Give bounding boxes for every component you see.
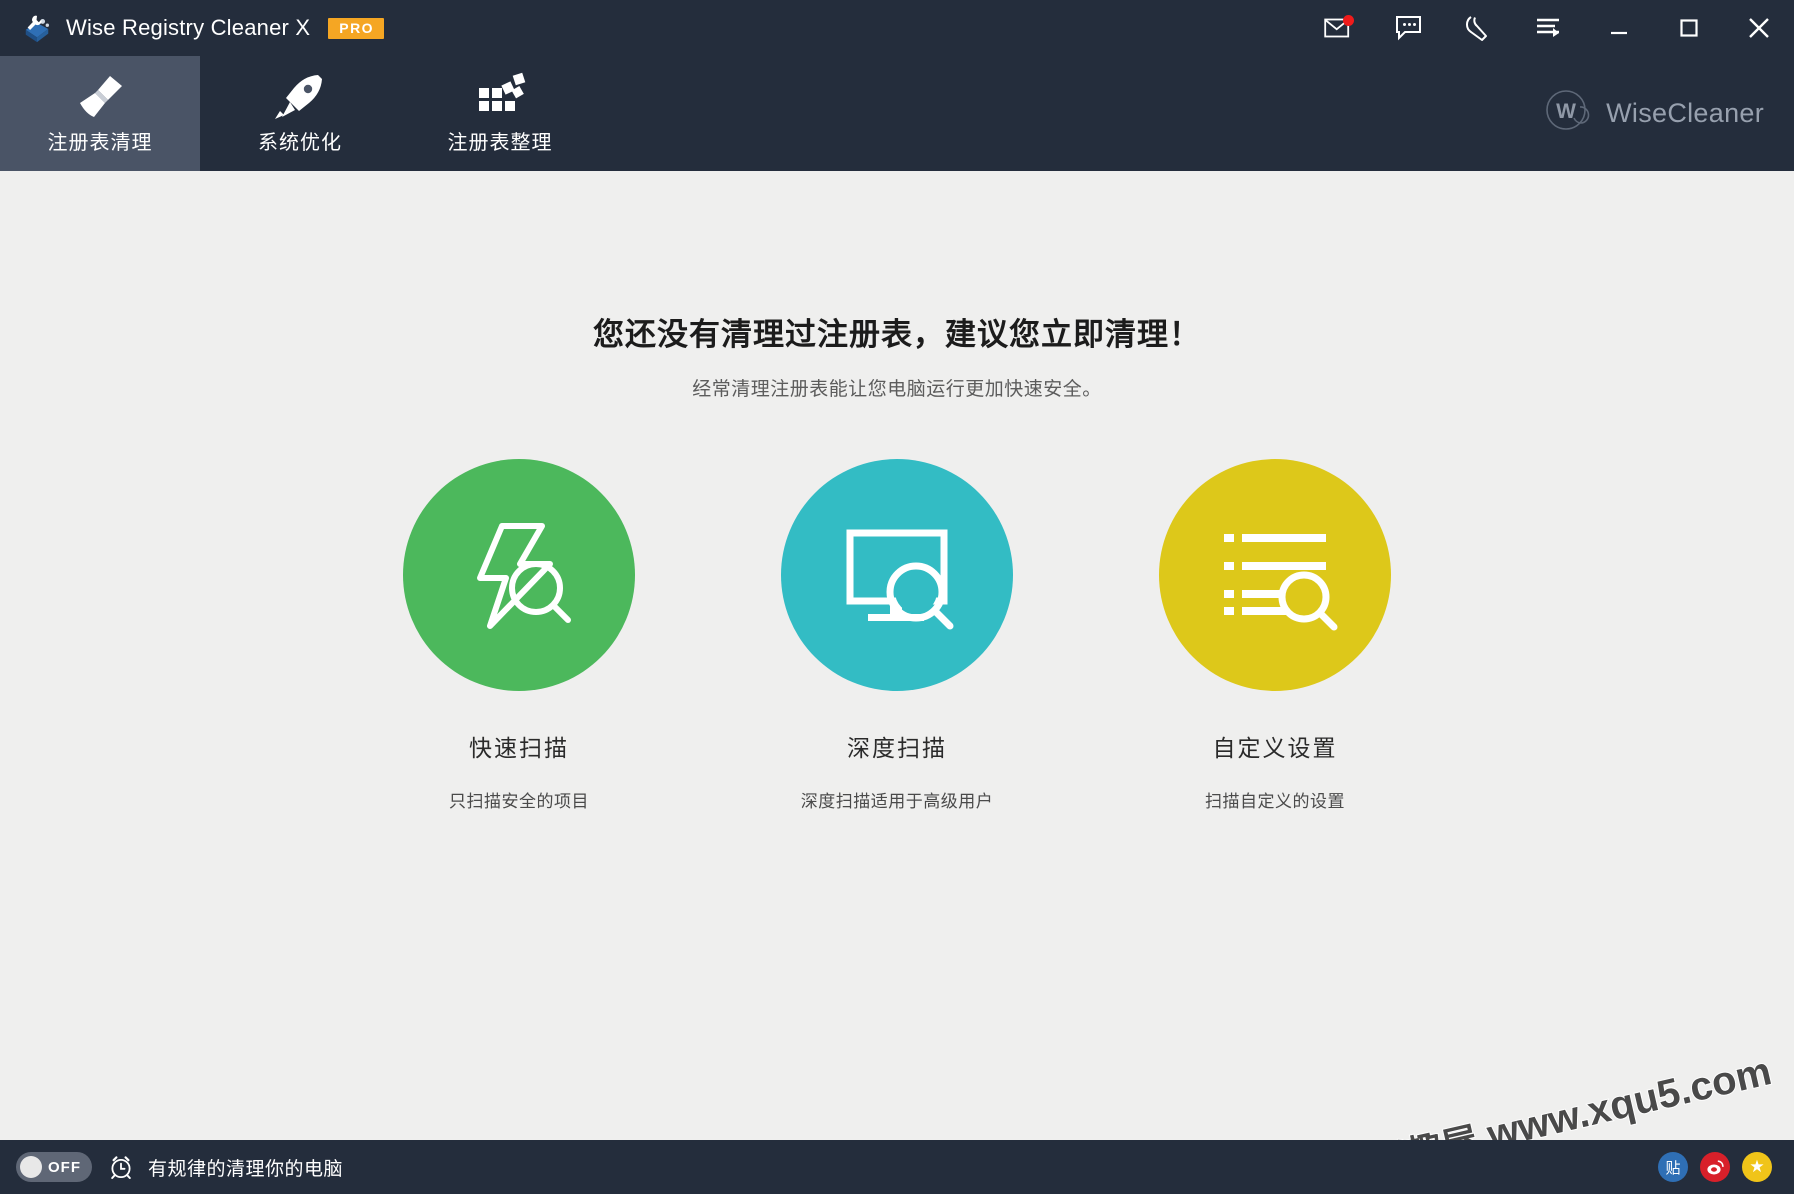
minimize-button[interactable] xyxy=(1584,0,1654,56)
title-bar-controls xyxy=(1304,0,1794,56)
social-links: 贴 ★ xyxy=(1658,1152,1772,1182)
wise-registry-cleaner-logo-icon xyxy=(22,13,52,43)
page-subheadline: 经常清理注册表能让您电脑运行更加快速安全。 xyxy=(692,378,1102,400)
wisecleaner-w-logo-icon: W xyxy=(1542,85,1594,142)
status-bar-text: 有规律的清理你的电脑 xyxy=(148,1157,344,1180)
title-bar: Wise Registry Cleaner X PRO xyxy=(0,0,1794,56)
tab-label: 注册表清理 xyxy=(47,130,153,154)
app-title: Wise Registry Cleaner X xyxy=(66,15,311,40)
alarm-clock-icon xyxy=(108,1154,134,1180)
scan-options: 快速扫描 只扫描安全的项目 深度扫描 深度扫描适用于高级用户 自定义设置 扫描自… xyxy=(389,459,1405,812)
pro-badge: PRO xyxy=(328,17,385,39)
title-bar-left: Wise Registry Cleaner X PRO xyxy=(0,13,385,43)
weibo-icon[interactable] xyxy=(1700,1152,1730,1182)
schedule-toggle[interactable]: OFF xyxy=(16,1152,92,1182)
main-content: 您还没有清理过注册表，建议您立即清理！ 经常清理注册表能让您电脑运行更加快速安全… xyxy=(0,171,1794,1185)
mail-unread-badge xyxy=(1343,15,1354,26)
broom-icon xyxy=(72,72,128,120)
card-title: 快速扫描 xyxy=(469,736,569,762)
application-window: Wise Registry Cleaner X PRO 注册表清理 系统优化 注… xyxy=(0,0,1794,1194)
tab-registry-defrag[interactable]: 注册表整理 xyxy=(400,56,600,171)
page-headline: 您还没有清理过注册表，建议您立即清理！ xyxy=(593,317,1201,353)
card-deep-scan[interactable]: 深度扫描 深度扫描适用于高级用户 xyxy=(767,459,1027,812)
qzone-icon[interactable]: ★ xyxy=(1742,1152,1772,1182)
card-description: 深度扫描适用于高级用户 xyxy=(800,792,994,812)
custom-settings-circle[interactable] xyxy=(1159,459,1391,691)
list-search-icon xyxy=(1210,508,1340,643)
wrench-icon[interactable] xyxy=(1444,0,1514,56)
toggle-knob xyxy=(20,1156,42,1178)
mail-icon[interactable] xyxy=(1304,0,1374,56)
wisecleaner-brand-text: WiseCleaner xyxy=(1606,98,1764,128)
menu-icon[interactable] xyxy=(1514,0,1584,56)
rocket-icon xyxy=(272,72,328,120)
blocks-icon xyxy=(472,72,528,120)
tieba-icon[interactable]: 贴 xyxy=(1658,1152,1688,1182)
tab-system-optimize[interactable]: 系统优化 xyxy=(200,56,400,171)
card-description: 扫描自定义的设置 xyxy=(1205,792,1345,812)
card-title: 深度扫描 xyxy=(847,736,947,762)
card-description: 只扫描安全的项目 xyxy=(449,792,589,812)
card-custom-settings[interactable]: 自定义设置 扫描自定义的设置 xyxy=(1145,459,1405,812)
lightning-search-icon xyxy=(454,508,584,643)
tab-label: 注册表整理 xyxy=(447,130,553,154)
quick-scan-circle[interactable] xyxy=(403,459,635,691)
toggle-state-label: OFF xyxy=(48,1158,81,1176)
tab-label: 系统优化 xyxy=(258,130,342,154)
tab-registry-cleaner[interactable]: 注册表清理 xyxy=(0,56,200,171)
feedback-icon[interactable] xyxy=(1374,0,1444,56)
wisecleaner-brand: W WiseCleaner xyxy=(1542,56,1794,171)
maximize-button[interactable] xyxy=(1654,0,1724,56)
deep-scan-circle[interactable] xyxy=(781,459,1013,691)
status-bar: OFF 有规律的清理你的电脑 贴 ★ xyxy=(0,1140,1794,1194)
card-title: 自定义设置 xyxy=(1212,736,1338,762)
svg-text:W: W xyxy=(1556,100,1576,123)
close-button[interactable] xyxy=(1724,0,1794,56)
monitor-search-icon xyxy=(832,508,962,643)
main-navigation: 注册表清理 系统优化 注册表整理 W WiseCleaner xyxy=(0,56,1794,171)
card-quick-scan[interactable]: 快速扫描 只扫描安全的项目 xyxy=(389,459,649,812)
